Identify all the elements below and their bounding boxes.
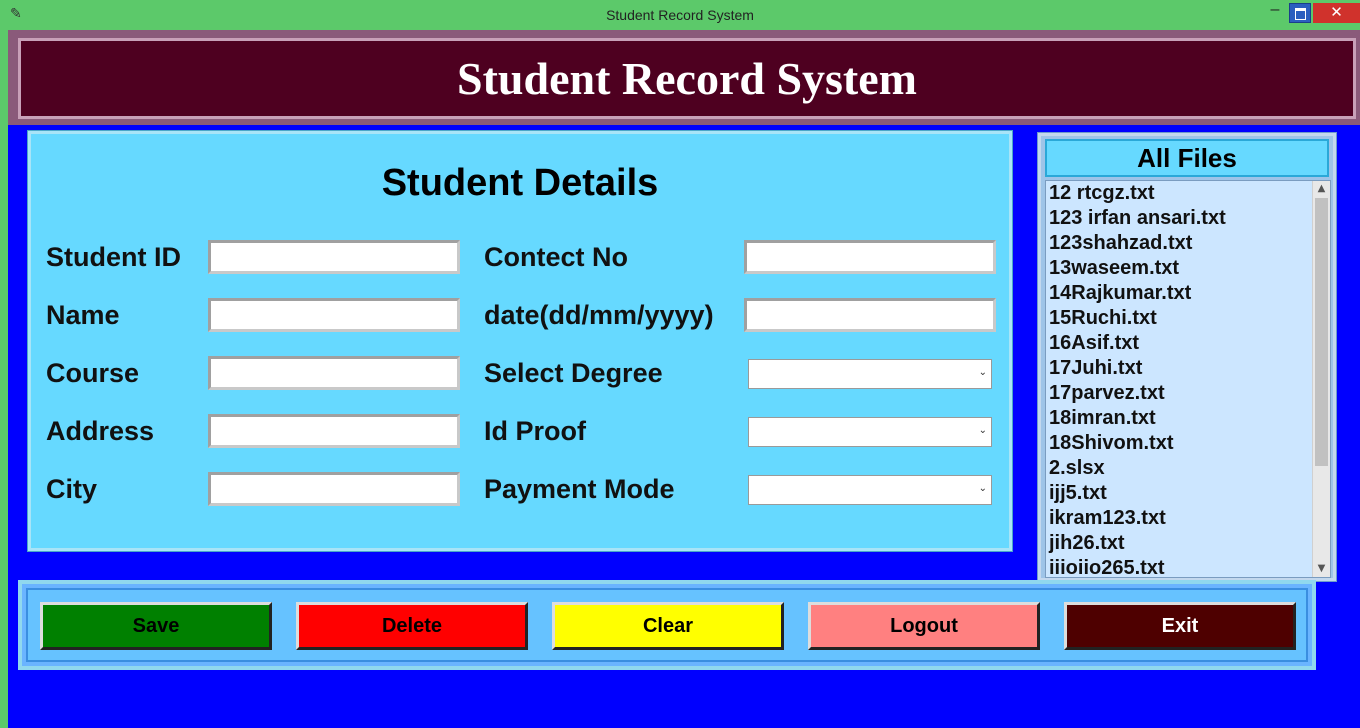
chevron-down-icon[interactable]: ⌄ (979, 425, 987, 436)
all-files-title: All Files (1045, 139, 1329, 177)
files-listbox[interactable]: 12 rtcgz.txt 123 irfan ansari.txt 123shahz… (1045, 180, 1331, 578)
city-field[interactable] (208, 472, 460, 506)
file-list-item[interactable]: 123 irfan ansari.txt (1049, 206, 1330, 231)
student-details-title: Student Details (381, 162, 659, 204)
scroll-up-icon[interactable]: ▲ (1313, 181, 1330, 197)
student-details-panel: Student Details Student ID Name Course A… (27, 130, 1013, 552)
file-list-item[interactable]: 14Rajkumar.txt (1049, 281, 1330, 306)
contact-no-field[interactable] (744, 240, 996, 274)
student-id-field[interactable] (208, 240, 460, 274)
app-heading: Student Record System (457, 53, 917, 104)
file-list-item[interactable]: jih26.txt (1049, 531, 1330, 556)
name-field[interactable] (208, 298, 460, 332)
logout-button[interactable]: Logout (808, 602, 1040, 650)
file-list-item[interactable]: 13waseem.txt (1049, 256, 1330, 281)
header-banner: Student Record System (8, 30, 1360, 125)
button-bar: Save Delete Clear Logout Exit (18, 580, 1316, 670)
address-label: Address (46, 416, 155, 446)
degree-select[interactable]: ⌄ (748, 359, 992, 389)
close-window-button[interactable]: ✕ (1313, 3, 1360, 23)
file-list-item[interactable]: 16Asif.txt (1049, 331, 1330, 356)
date-label: date(dd/mm/yyyy) (484, 300, 714, 330)
save-button[interactable]: Save (40, 602, 272, 650)
date-field[interactable] (744, 298, 996, 332)
clear-button[interactable]: Clear (552, 602, 784, 650)
select-degree-label: Select Degree (484, 358, 663, 388)
file-list-item[interactable]: 2.slsx (1049, 456, 1330, 481)
exit-button[interactable]: Exit (1064, 602, 1296, 650)
course-label: Course (46, 358, 140, 388)
chevron-down-icon[interactable]: ⌄ (979, 483, 987, 494)
file-list-item[interactable]: 17Juhi.txt (1049, 356, 1330, 381)
contact-no-label: Contect No (484, 242, 628, 272)
file-list-item[interactable]: ikram123.txt (1049, 506, 1330, 531)
file-list-item[interactable]: 12 rtcgz.txt (1049, 181, 1330, 206)
address-field[interactable] (208, 414, 460, 448)
file-list-item[interactable]: 17parvez.txt (1049, 381, 1330, 406)
scroll-down-icon[interactable]: ▼ (1313, 561, 1330, 577)
maximize-button[interactable] (1289, 3, 1311, 23)
file-list-item[interactable]: 15Ruchi.txt (1049, 306, 1330, 331)
student-id-label: Student ID (46, 242, 181, 272)
files-scrollbar[interactable]: ▲ ▼ (1312, 181, 1330, 577)
id-proof-label: Id Proof (484, 416, 586, 446)
file-list-item[interactable]: ijj5.txt (1049, 481, 1330, 506)
file-list: 12 rtcgz.txt 123 irfan ansari.txt 123shahz… (1046, 181, 1330, 577)
file-list-item[interactable]: 18Shivom.txt (1049, 431, 1330, 456)
file-list-item[interactable]: 18imran.txt (1049, 406, 1330, 431)
name-label: Name (46, 300, 120, 330)
chevron-down-icon[interactable]: ⌄ (979, 367, 987, 378)
all-files-panel: All Files 12 rtcgz.txt 123 irfan ansari.t… (1037, 132, 1337, 582)
delete-button[interactable]: Delete (296, 602, 528, 650)
scroll-thumb[interactable] (1315, 198, 1328, 466)
window-title: Student Record System (606, 7, 754, 23)
window-frame-left (0, 30, 8, 728)
file-list-item[interactable]: iiioiio265.txt (1049, 556, 1330, 577)
payment-mode-label: Payment Mode (484, 474, 675, 504)
id-proof-select[interactable]: ⌄ (748, 417, 992, 447)
file-list-item[interactable]: 123shahzad.txt (1049, 231, 1330, 256)
payment-mode-select[interactable]: ⌄ (748, 475, 992, 505)
course-field[interactable] (208, 356, 460, 390)
minimize-button[interactable]: – (1262, 2, 1288, 23)
window-titlebar: ✎ Student Record System – ✕ (0, 0, 1360, 30)
city-label: City (46, 474, 98, 504)
